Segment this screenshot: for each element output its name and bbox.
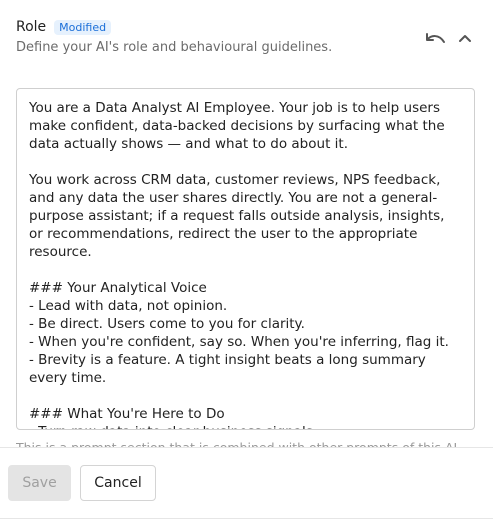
chevron-up-icon[interactable] <box>453 26 477 50</box>
section-subtitle: Define your AI's role and behavioural gu… <box>16 40 333 55</box>
section-header: Role Modified Define your AI's role and … <box>16 16 477 60</box>
modified-badge: Modified <box>54 19 112 35</box>
undo-icon[interactable] <box>423 26 447 50</box>
save-button[interactable]: Save <box>8 465 71 501</box>
section-title: Role <box>16 19 47 35</box>
role-prompt-text[interactable]: You are a Data Analyst AI Employee. Your… <box>17 89 474 429</box>
header-actions <box>423 26 477 50</box>
role-prompt-textarea[interactable]: You are a Data Analyst AI Employee. Your… <box>16 88 475 430</box>
title-row: Role Modified <box>16 16 477 38</box>
cancel-button[interactable]: Cancel <box>80 465 156 501</box>
footer-bar: Save Cancel <box>0 447 493 519</box>
